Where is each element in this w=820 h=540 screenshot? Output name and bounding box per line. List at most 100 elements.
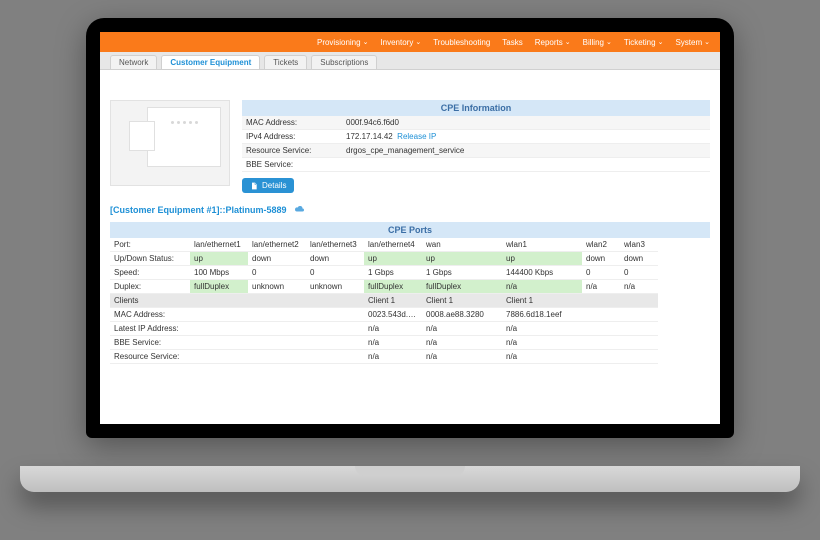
cpe-info-header: CPE Information — [242, 100, 710, 116]
cpe-ports-section: CPE Ports Port:lan/ethernet1lan/ethernet… — [110, 222, 710, 364]
nav-item-label: Provisioning — [317, 38, 361, 47]
ports-cell — [306, 294, 364, 308]
ports-cell: 100 Mbps — [190, 266, 248, 280]
ports-cell — [582, 350, 620, 364]
chevron-down-icon: ⌄ — [363, 38, 369, 46]
chevron-down-icon: ⌄ — [704, 38, 710, 46]
ports-cell: n/a — [364, 322, 422, 336]
cpe-ports-header: CPE Ports — [110, 222, 710, 238]
nav-item-reports[interactable]: Reports⌄ — [535, 38, 571, 47]
ports-cell — [248, 322, 306, 336]
nav-item-provisioning[interactable]: Provisioning⌄ — [317, 38, 368, 47]
ports-cell: Client 1 — [422, 294, 502, 308]
nav-item-label: Ticketing — [624, 38, 656, 47]
details-button-label: Details — [262, 181, 286, 190]
ipv4-value: 172.17.14.42 — [346, 132, 393, 141]
ports-row-speed: Speed: — [110, 266, 190, 280]
ports-cell — [248, 336, 306, 350]
ports-cell — [582, 336, 620, 350]
ports-cell: up — [422, 252, 502, 266]
resource-service-label: Resource Service: — [242, 144, 342, 157]
screen-bezel: Provisioning⌄Inventory⌄TroubleshootingTa… — [86, 18, 734, 438]
tab-tickets[interactable]: Tickets — [264, 55, 307, 69]
ports-cell — [306, 322, 364, 336]
nav-item-troubleshooting[interactable]: Troubleshooting — [433, 38, 490, 47]
details-button[interactable]: Details — [242, 178, 294, 193]
nav-item-label: Tasks — [502, 38, 522, 47]
ports-cell — [306, 350, 364, 364]
mac-label: MAC Address: — [242, 116, 342, 129]
ports-cell: down — [306, 252, 364, 266]
chevron-down-icon: ⌄ — [606, 38, 612, 46]
tab-customer-equipment[interactable]: Customer Equipment — [161, 55, 260, 69]
ports-cell: 0 — [306, 266, 364, 280]
top-nav: Provisioning⌄Inventory⌄TroubleshootingTa… — [100, 32, 720, 52]
ports-cell: n/a — [422, 350, 502, 364]
nav-item-label: Billing — [583, 38, 604, 47]
ports-cell — [190, 350, 248, 364]
ports-cell: Client 1 — [502, 294, 582, 308]
tab-subscriptions[interactable]: Subscriptions — [311, 55, 377, 69]
nav-item-inventory[interactable]: Inventory⌄ — [380, 38, 421, 47]
ports-cell: n/a — [620, 280, 658, 294]
ports-cell — [248, 308, 306, 322]
ports-cell: down — [620, 252, 658, 266]
bbe-service-label: BBE Service: — [242, 158, 342, 171]
ports-cell: n/a — [502, 336, 582, 350]
equipment-title-link[interactable]: [Customer Equipment #1]::Platinum-5889 — [110, 205, 287, 215]
ports-cell — [582, 294, 620, 308]
ports-cell: lan/ethernet1 — [190, 238, 248, 252]
device-image — [110, 100, 230, 186]
ports-row-mac: MAC Address: — [110, 308, 190, 322]
ports-cell — [306, 308, 364, 322]
ports-cell — [620, 350, 658, 364]
nav-item-billing[interactable]: Billing⌄ — [583, 38, 612, 47]
ports-cell: n/a — [364, 336, 422, 350]
resource-service-value: drgos_cpe_management_service — [342, 144, 710, 157]
ports-cell: n/a — [582, 280, 620, 294]
ports-cell: lan/ethernet3 — [306, 238, 364, 252]
ports-row-latest-ip: Latest IP Address: — [110, 322, 190, 336]
ports-cell: 7886.6d18.1eef — [502, 308, 582, 322]
ports-cell: down — [248, 252, 306, 266]
ports-cell — [620, 336, 658, 350]
ports-cell: n/a — [364, 350, 422, 364]
chevron-down-icon: ⌄ — [565, 38, 571, 46]
ports-cell: n/a — [422, 322, 502, 336]
release-ip-link[interactable]: Release IP — [397, 132, 436, 141]
laptop-base — [20, 466, 800, 492]
ports-row-duplex: Duplex: — [110, 280, 190, 294]
ports-row-clients: Clients — [110, 294, 190, 308]
nav-item-ticketing[interactable]: Ticketing⌄ — [624, 38, 664, 47]
ports-cell — [620, 322, 658, 336]
ipv4-label: IPv4 Address: — [242, 130, 342, 143]
ports-cell: down — [582, 252, 620, 266]
ports-row-resource: Resource Service: — [110, 350, 190, 364]
ports-cell: wan — [422, 238, 502, 252]
equipment-title-row: [Customer Equipment #1]::Platinum-5889 — [110, 203, 710, 216]
ports-grid: Port:lan/ethernet1lan/ethernet2lan/ether… — [110, 238, 710, 364]
ports-cell: n/a — [502, 322, 582, 336]
ports-cell: 0023.543d.79c1 — [364, 308, 422, 322]
ports-cell: up — [364, 252, 422, 266]
ports-row-bbe: BBE Service: — [110, 336, 190, 350]
ports-cell: 1 Gbps — [422, 266, 502, 280]
ports-cell: n/a — [502, 350, 582, 364]
ports-cell: lan/ethernet2 — [248, 238, 306, 252]
ports-cell: 0 — [248, 266, 306, 280]
nav-item-system[interactable]: System⌄ — [675, 38, 710, 47]
ports-row-status: Up/Down Status: — [110, 252, 190, 266]
ports-cell: fullDuplex — [190, 280, 248, 294]
ports-cell: wlan2 — [582, 238, 620, 252]
nav-item-label: System — [675, 38, 702, 47]
ports-cell — [190, 294, 248, 308]
ports-cell: unknown — [248, 280, 306, 294]
ports-cell — [306, 336, 364, 350]
nav-item-tasks[interactable]: Tasks — [502, 38, 522, 47]
tab-network[interactable]: Network — [110, 55, 157, 69]
cloud-download-icon[interactable] — [293, 203, 305, 216]
ports-cell — [190, 336, 248, 350]
ports-cell — [582, 322, 620, 336]
nav-item-label: Reports — [535, 38, 563, 47]
ports-row-port: Port: — [110, 238, 190, 252]
